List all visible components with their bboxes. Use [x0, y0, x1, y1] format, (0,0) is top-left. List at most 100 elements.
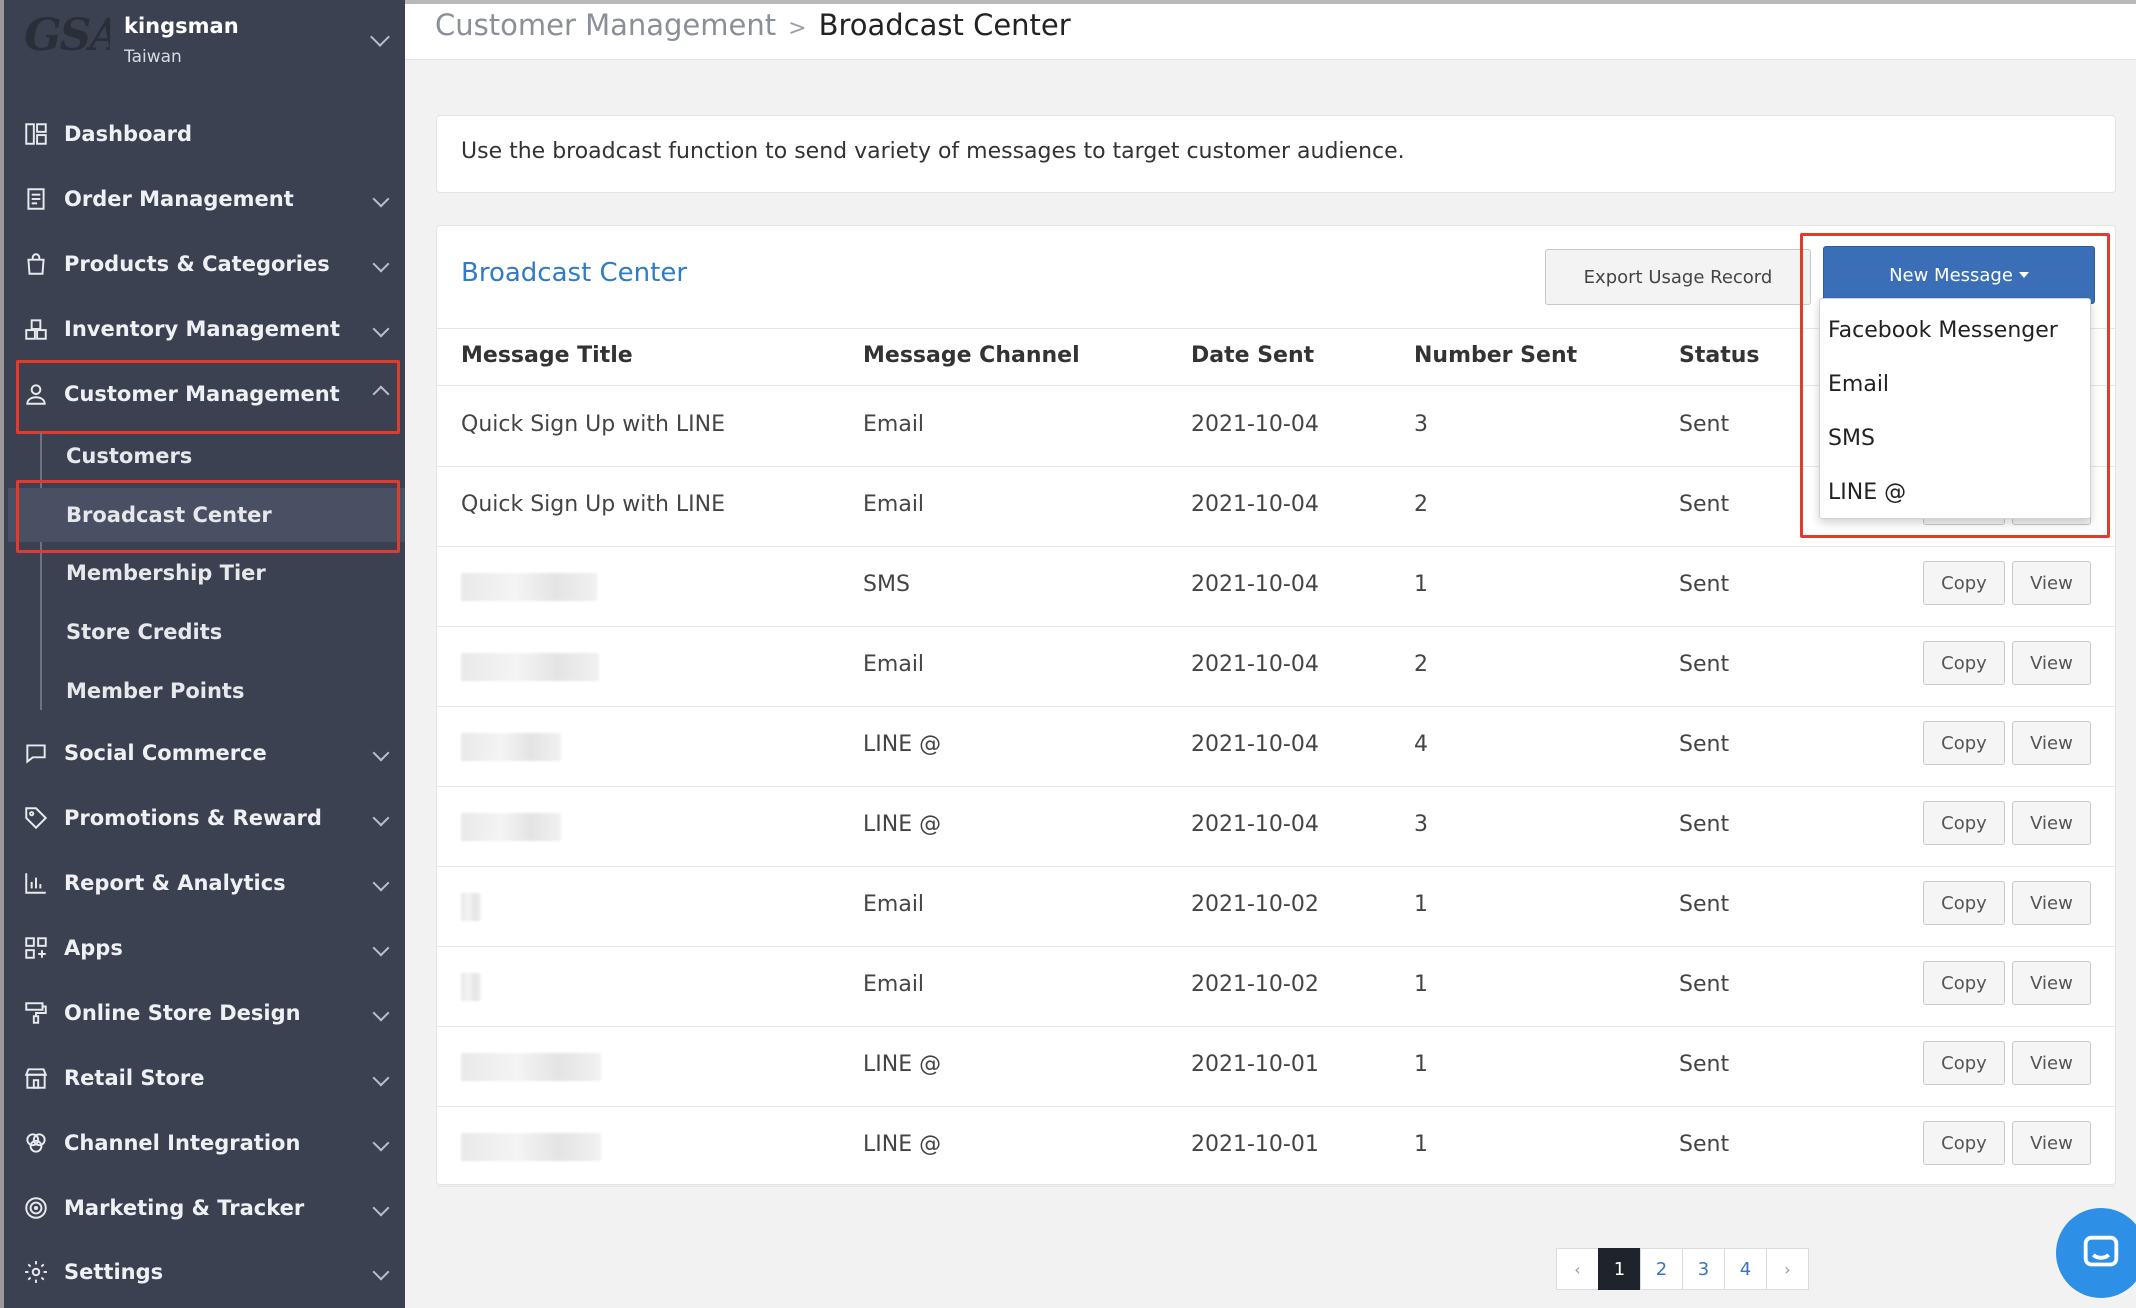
- sidebar-subitem-membership-tier[interactable]: Membership Tier: [8, 546, 409, 600]
- cell-channel: Email: [863, 492, 925, 517]
- copy-button[interactable]: Copy: [1923, 721, 2005, 765]
- cell-title-redacted: [461, 1053, 601, 1081]
- sidebar-subitem-store-credits[interactable]: Store Credits: [8, 605, 409, 659]
- cell-status: Sent: [1679, 412, 1730, 437]
- sidebar-item-label: Dashboard: [64, 122, 193, 146]
- cell-number: 3: [1414, 412, 1428, 437]
- cell-title-redacted: [461, 733, 561, 761]
- sidebar-item-label: Order Management: [64, 187, 294, 211]
- sidebar-item-label: Settings: [64, 1260, 164, 1284]
- sidebar-subitem-customers[interactable]: Customers: [8, 429, 409, 483]
- pagination-page-1[interactable]: 1: [1598, 1248, 1641, 1290]
- sidebar-item-label: Social Commerce: [64, 741, 267, 765]
- sidebar-subitem-member-points[interactable]: Member Points: [8, 664, 409, 718]
- sidebar-subitem-label: Member Points: [66, 679, 245, 703]
- chevron-down-icon: [372, 809, 390, 827]
- cell-number: 1: [1414, 892, 1428, 917]
- brand-logo: GSA: [24, 10, 110, 61]
- copy-button[interactable]: Copy: [1923, 1041, 2005, 1085]
- sidebar-item-label: Apps: [64, 936, 123, 960]
- breadcrumb-current: Broadcast Center: [818, 8, 1071, 42]
- cell-date: 2021-10-01: [1191, 1132, 1319, 1157]
- pagination-page-3[interactable]: 3: [1682, 1248, 1725, 1290]
- copy-button[interactable]: Copy: [1923, 961, 2005, 1005]
- boxes-icon: [22, 315, 50, 343]
- copy-button[interactable]: Copy: [1923, 641, 2005, 685]
- panel-title: Broadcast Center: [461, 258, 688, 288]
- cell-status: Sent: [1679, 1052, 1730, 1077]
- breadcrumb-parent[interactable]: Customer Management: [435, 8, 776, 42]
- cell-status: Sent: [1679, 892, 1730, 917]
- chevron-down-icon: [372, 744, 390, 762]
- cell-status: Sent: [1679, 812, 1730, 837]
- cell-channel: Email: [863, 892, 925, 917]
- chat-icon: [2083, 1235, 2119, 1267]
- table-row: LINE @ 2021-10-04 4 Sent Copy View: [437, 707, 2115, 787]
- main-content: Customer Management > Broadcast Center Use…: [405, 0, 2136, 1308]
- sidebar-item-products[interactable]: Products & Categories: [8, 234, 409, 294]
- header-message-channel: Message Channel: [863, 343, 1080, 368]
- pagination-prev[interactable]: ‹: [1556, 1248, 1599, 1290]
- view-button[interactable]: View: [2012, 1041, 2091, 1085]
- cell-date: 2021-10-04: [1191, 652, 1319, 677]
- chat-widget-button[interactable]: [2056, 1208, 2136, 1298]
- sidebar-item-order-management[interactable]: Order Management: [8, 169, 409, 229]
- copy-button[interactable]: Copy: [1923, 881, 2005, 925]
- account-switcher[interactable]: GSA kingsman Taiwan: [8, 0, 409, 86]
- highlight-box: [1800, 233, 2110, 538]
- copy-button[interactable]: Copy: [1923, 561, 2005, 605]
- sidebar-item-label: Promotions & Reward: [64, 806, 322, 830]
- cell-date: 2021-10-04: [1191, 572, 1319, 597]
- view-button[interactable]: View: [2012, 641, 2091, 685]
- pagination-page-4[interactable]: 4: [1724, 1248, 1767, 1290]
- chat-icon: [22, 739, 50, 767]
- top-bar: Customer Management > Broadcast Center: [405, 4, 2136, 60]
- sidebar-item-inventory[interactable]: Inventory Management: [8, 299, 409, 359]
- sidebar-item-social-commerce[interactable]: Social Commerce: [8, 723, 409, 783]
- sidebar-item-online-store-design[interactable]: Online Store Design: [8, 983, 409, 1043]
- sidebar-item-channel-integration[interactable]: Channel Integration: [8, 1113, 409, 1173]
- cell-title-redacted: [461, 1133, 601, 1161]
- sidebar-item-report[interactable]: Report & Analytics: [8, 853, 409, 913]
- copy-button[interactable]: Copy: [1923, 801, 2005, 845]
- table-row: LINE @ 2021-10-04 3 Sent Copy View: [437, 787, 2115, 867]
- view-button[interactable]: View: [2012, 801, 2091, 845]
- cell-number: 1: [1414, 1132, 1428, 1157]
- info-card: Use the broadcast function to send varie…: [436, 115, 2116, 193]
- clipboard-icon: [22, 185, 50, 213]
- sidebar-item-marketing[interactable]: Marketing & Tracker: [8, 1178, 409, 1238]
- view-button[interactable]: View: [2012, 561, 2091, 605]
- sidebar-item-dashboard[interactable]: Dashboard: [8, 104, 409, 164]
- chevron-down-icon: [372, 1069, 390, 1087]
- view-button[interactable]: View: [2012, 961, 2091, 1005]
- copy-button[interactable]: Copy: [1923, 1121, 2005, 1165]
- cell-date: 2021-10-04: [1191, 812, 1319, 837]
- cell-status: Sent: [1679, 732, 1730, 757]
- paint-roller-icon: [22, 999, 50, 1027]
- chevron-down-icon: [372, 1004, 390, 1022]
- pagination-page-2[interactable]: 2: [1640, 1248, 1683, 1290]
- circles-icon: [22, 1129, 50, 1157]
- cell-date: 2021-10-04: [1191, 412, 1319, 437]
- table-row: Email 2021-10-04 2 Sent Copy View: [437, 627, 2115, 707]
- header-number-sent: Number Sent: [1414, 343, 1578, 368]
- pagination-next[interactable]: ›: [1766, 1248, 1809, 1290]
- view-button[interactable]: View: [2012, 1121, 2091, 1165]
- info-text: Use the broadcast function to send varie…: [461, 139, 1405, 164]
- cell-channel: LINE @: [863, 812, 942, 837]
- cell-status: Sent: [1679, 1132, 1730, 1157]
- sidebar-item-promotions[interactable]: Promotions & Reward: [8, 788, 409, 848]
- sidebar-item-apps[interactable]: Apps: [8, 918, 409, 978]
- cell-title-redacted: [461, 813, 561, 841]
- cell-number: 1: [1414, 572, 1428, 597]
- sidebar-subitem-label: Membership Tier: [66, 561, 266, 585]
- view-button[interactable]: View: [2012, 721, 2091, 765]
- cell-date: 2021-10-02: [1191, 972, 1319, 997]
- export-usage-record-button[interactable]: Export Usage Record: [1545, 249, 1811, 305]
- tag-icon: [22, 804, 50, 832]
- sidebar-item-label: Marketing & Tracker: [64, 1196, 305, 1220]
- sidebar-item-retail-store[interactable]: Retail Store: [8, 1048, 409, 1108]
- cell-date: 2021-10-04: [1191, 492, 1319, 517]
- view-button[interactable]: View: [2012, 881, 2091, 925]
- sidebar-item-settings[interactable]: Settings: [8, 1242, 409, 1302]
